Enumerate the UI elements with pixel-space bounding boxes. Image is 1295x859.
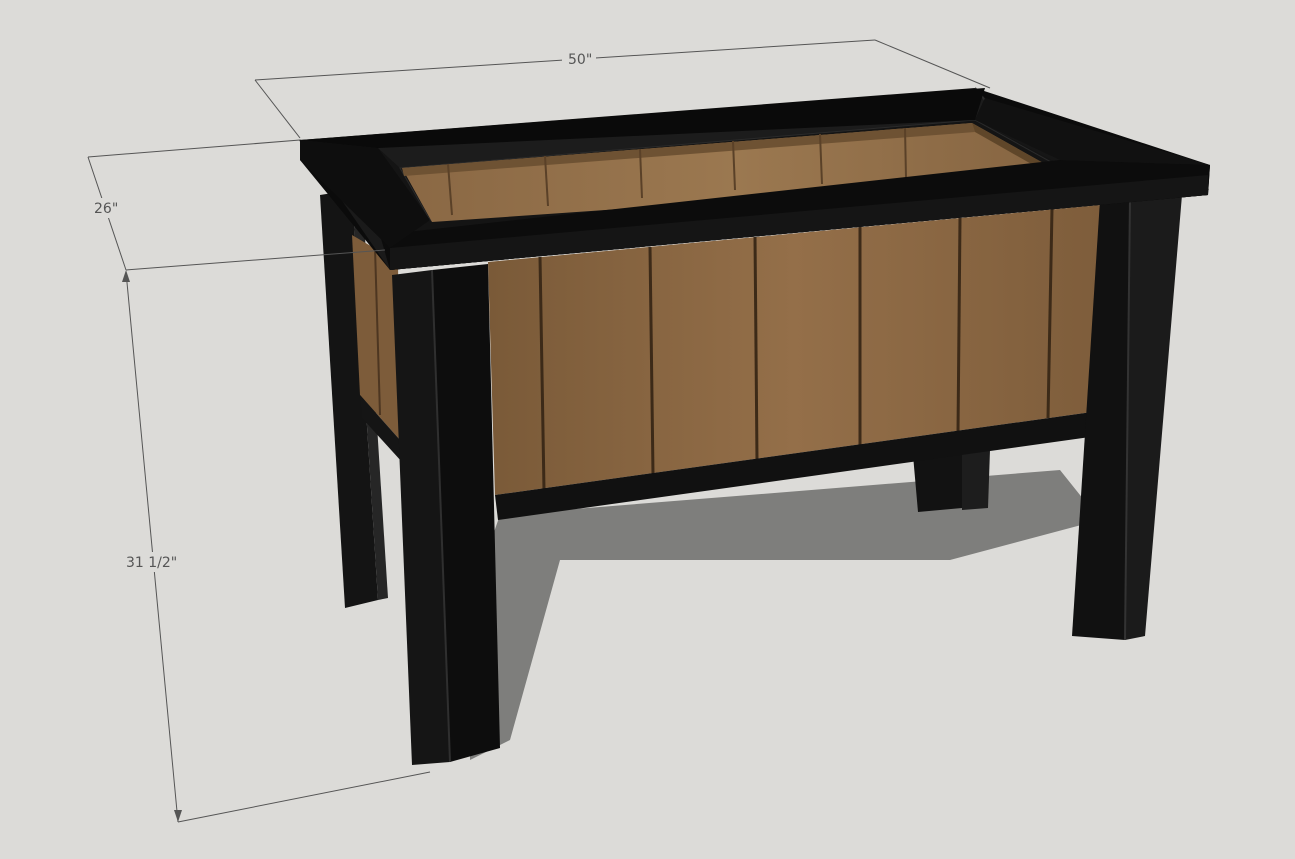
dimension-height-label: 31 1/2" <box>126 555 177 571</box>
sketchup-viewport[interactable]: 50" 26" 31 1/2" <box>0 0 1295 855</box>
dimension-width-label: 50" <box>568 52 592 68</box>
planter-drawing: 50" 26" 31 1/2" <box>0 0 1295 855</box>
dimension-depth-label: 26" <box>94 201 118 217</box>
